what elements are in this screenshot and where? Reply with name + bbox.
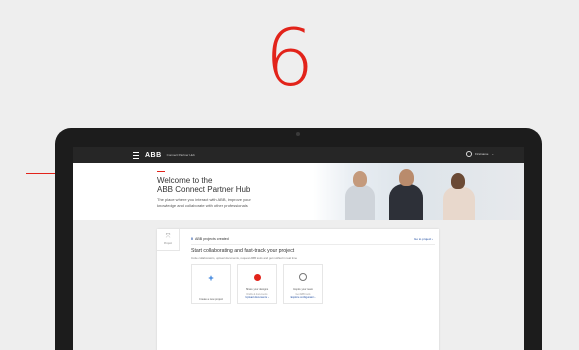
card-subtitle: Invite collaborators, upload documents, … xyxy=(191,256,298,260)
project-side-tile[interactable]: ⤧ Project xyxy=(157,229,180,251)
person-figure xyxy=(443,187,475,220)
hero-accent-rule xyxy=(157,171,165,172)
person-figure xyxy=(353,171,367,187)
user-icon xyxy=(466,151,473,157)
tile-label: Share your designs xyxy=(245,288,269,291)
upload-documents-link[interactable]: Upload documents › xyxy=(245,296,268,299)
person-figure xyxy=(399,169,414,186)
menu-icon[interactable] xyxy=(133,151,139,159)
tile-label: Create a new project xyxy=(199,298,223,301)
step-number: 6 xyxy=(264,14,315,104)
create-project-tile[interactable]: + Create a new project xyxy=(191,264,231,304)
share-designs-tile[interactable]: Share your designs Drafts & documents Up… xyxy=(237,264,277,304)
person-figure xyxy=(389,184,423,220)
card-header-text: ABB projects created xyxy=(195,237,229,241)
lightbulb-icon xyxy=(299,273,307,281)
camera-icon xyxy=(296,132,300,136)
hero-title: Welcome to the ABB Connect Partner Hub xyxy=(157,176,251,194)
top-navigation-bar: ABB Connect Partner Hub Firstname ⌄ xyxy=(73,147,524,163)
hero-banner: Welcome to the ABB Connect Partner Hub T… xyxy=(73,163,524,220)
chevron-down-icon: ⌄ xyxy=(491,152,494,156)
card-title: Start collaborating and fast-track your … xyxy=(191,248,295,254)
go-to-project-link[interactable]: Go to project › xyxy=(414,237,433,241)
plus-icon: + xyxy=(208,273,214,283)
document-icon xyxy=(253,274,261,281)
laptop-screen: ABB Connect Partner Hub Firstname ⌄ Welc… xyxy=(73,147,524,350)
app-title: Connect Partner Hub xyxy=(166,153,195,157)
person-figure xyxy=(345,185,375,220)
hero-photo xyxy=(313,163,524,220)
abb-logo[interactable]: ABB xyxy=(145,152,162,159)
card-header: 0 ABB projects created xyxy=(191,237,229,241)
explore-configurator-link[interactable]: Explore configurator › xyxy=(291,296,316,299)
person-figure xyxy=(451,173,465,189)
projects-card: ⤧ Project 0 ABB projects created Go to p… xyxy=(157,229,439,350)
side-tile-label: Project xyxy=(163,242,173,245)
project-icon: ⤧ xyxy=(165,234,171,240)
laptop-frame: ABB Connect Partner Hub Firstname ⌄ Welc… xyxy=(55,128,542,350)
inspire-team-tile[interactable]: Inspire your team Get ABB tools Explore … xyxy=(283,264,323,304)
user-menu[interactable]: Firstname ⌄ xyxy=(466,151,494,157)
tile-label: Inspire your team xyxy=(292,288,314,291)
projects-count: 0 xyxy=(191,237,193,241)
hero-text: The place where you interact with ABB, i… xyxy=(157,197,251,208)
card-divider xyxy=(191,244,435,245)
user-name: Firstname xyxy=(475,152,489,156)
